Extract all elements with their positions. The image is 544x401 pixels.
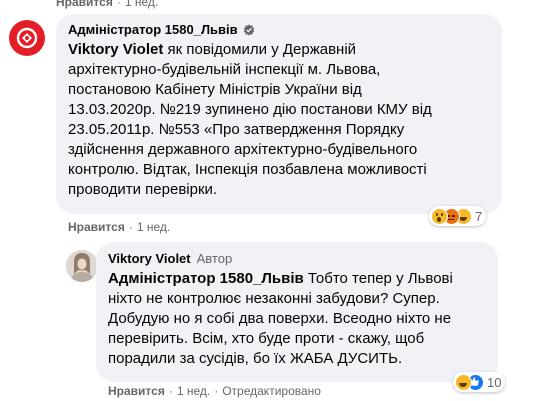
reaction-summary[interactable]: 10 xyxy=(453,372,506,392)
comment-line: проводити перевірки. xyxy=(68,181,218,198)
reply-author-name[interactable]: Viktory Violet xyxy=(108,251,191,266)
wow-reaction-icon xyxy=(431,207,448,225)
previous-comment-meta: Нравится · 1 нед. xyxy=(56,0,158,9)
like-link[interactable]: Нравится xyxy=(56,0,113,9)
timestamp[interactable]: 1 нед. xyxy=(177,384,210,398)
reply-line: Тобто тепер у Львові xyxy=(303,270,453,287)
reaction-count: 10 xyxy=(487,374,502,390)
reaction-count: 7 xyxy=(475,208,483,224)
comment-line: постановою Кабінету Міністрів України ві… xyxy=(68,81,362,98)
comment-line: контролю. Відтак, Інспекція позбавлена м… xyxy=(68,161,427,178)
comment-line: як повідомили у Державній xyxy=(163,41,357,58)
author-badge: Автор xyxy=(196,251,233,266)
reply-line: Добудую но я собі два поверхи. Всеодно н… xyxy=(108,310,452,327)
edited-label[interactable]: Отредактировано xyxy=(222,384,321,398)
comment-bubble: Адміністратор 1580_Львів Viktory Violet … xyxy=(56,14,502,214)
mention-link[interactable]: Адміністратор 1580_Львів xyxy=(108,270,304,287)
comment-line: архітектурно-будівельній інспекції м. Ль… xyxy=(68,61,381,78)
timestamp[interactable]: 1 нед. xyxy=(137,220,170,234)
user-avatar[interactable] xyxy=(66,250,98,282)
admin-logo-icon xyxy=(16,27,38,49)
reply-line: порадили за сусідів, бо їх ЖАБА ДУСИТЬ. xyxy=(108,350,403,367)
reply-bubble: Viktory Violet Автор Адміністратор 1580_… xyxy=(96,242,498,382)
comment-actions: Нравится · 1 нед. xyxy=(68,220,171,234)
user-photo-icon xyxy=(66,250,98,282)
comment-line: 13.03.2020р. №219 зупинено дію постанови… xyxy=(68,101,432,118)
comment-author-name[interactable]: Адміністратор 1580_Львів xyxy=(68,22,238,37)
reply-author-row: Viktory Violet Автор xyxy=(108,251,232,266)
reply-line: перевірить. Всім, хто буде проти - скажу… xyxy=(108,330,425,347)
admin-avatar[interactable] xyxy=(9,20,45,56)
haha-reaction-icon xyxy=(455,373,472,391)
comment-text: Viktory Violet як повідомили у Державній… xyxy=(68,40,498,200)
comment-author-row: Адміністратор 1580_Львів xyxy=(68,22,255,37)
reply-actions: Нравится · 1 нед. · Отредактировано xyxy=(108,384,321,398)
verified-badge-icon xyxy=(243,24,254,35)
mention-link[interactable]: Viktory Violet xyxy=(68,41,163,58)
like-link[interactable]: Нравится xyxy=(108,384,165,398)
comment-line: здійснення державного архітектурно-будів… xyxy=(68,141,418,158)
reaction-summary[interactable]: 7 xyxy=(429,206,487,226)
like-link[interactable]: Нравится xyxy=(68,220,125,234)
reply-text: Адміністратор 1580_Львів Тобто тепер у Л… xyxy=(108,269,494,369)
reply-line: ніхто не контролює незаконні забудови? С… xyxy=(108,290,440,307)
comment-line: 23.05.2011р. №553 «Про затвердження Поря… xyxy=(68,121,405,138)
timestamp[interactable]: 1 нед. xyxy=(125,0,158,9)
